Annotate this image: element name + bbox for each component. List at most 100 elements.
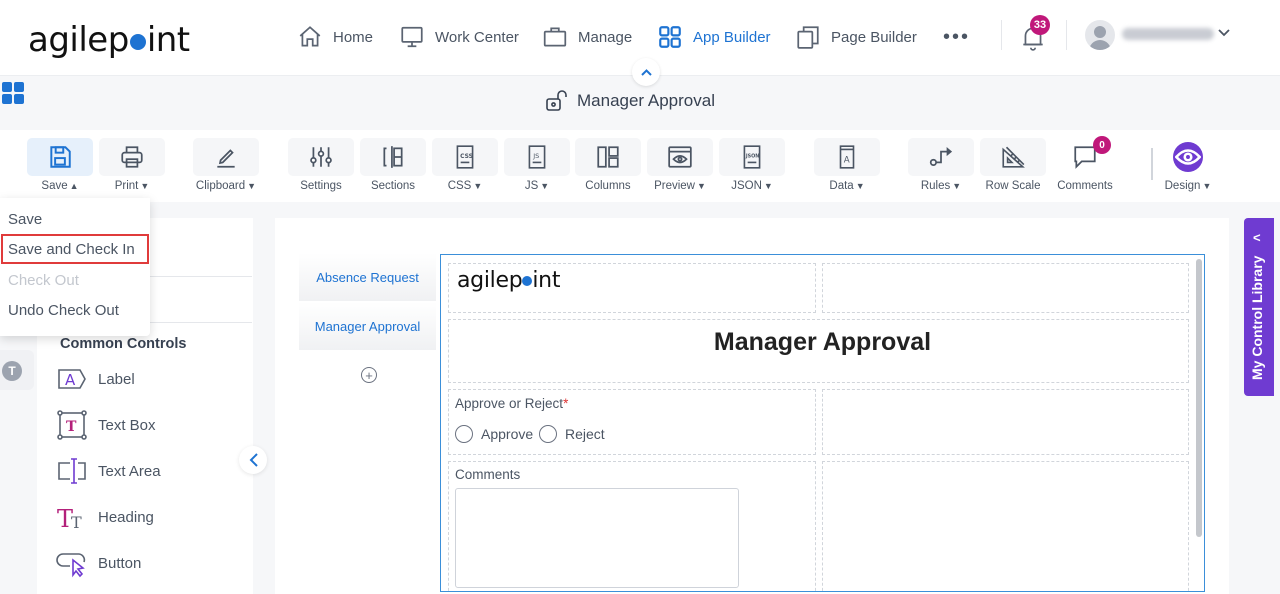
copy-pages-icon	[797, 26, 819, 49]
textarea-control-icon	[58, 458, 86, 484]
save-dropdown-menu: Save Save and Check In Check Out Undo Ch…	[0, 198, 150, 336]
rail-badge[interactable]: T	[2, 361, 22, 381]
monitor-icon	[401, 26, 423, 48]
highlight-box	[1, 234, 149, 264]
nav-manage-label: Manage	[578, 28, 633, 46]
heading-control-icon: TT	[57, 505, 82, 532]
collapse-header-button[interactable]	[632, 58, 660, 86]
agilepoint-logo[interactable]: agilep int	[28, 20, 190, 60]
radio-circle[interactable]	[455, 425, 473, 443]
add-page-icon[interactable]: +	[361, 367, 377, 383]
label-control-icon: A	[58, 369, 86, 389]
user-name-blurred[interactable]	[1122, 28, 1214, 40]
common-controls-heading: Common Controls	[60, 336, 187, 352]
form-cell-empty[interactable]	[822, 263, 1189, 313]
page-tab-manager-approval[interactable]: Manager Approval	[299, 302, 436, 350]
form-cell-empty[interactable]	[822, 389, 1189, 455]
comments-count-badge: 0	[1093, 136, 1111, 154]
json-button[interactable]: JSON JSON ▼	[719, 138, 785, 192]
nav-work-center-label: Work Center	[435, 28, 519, 46]
comments-label: Comments	[455, 467, 521, 482]
menu-item-save[interactable]: Save	[8, 211, 42, 228]
toolbar: Save ▲ Print ▼ Clipboard ▼ Settings Section…	[0, 130, 1280, 202]
svg-text:T: T	[71, 513, 82, 532]
data-button[interactable]: A Data ▼	[814, 138, 880, 192]
form-cell-logo[interactable]: agilep int	[448, 263, 816, 313]
toolbar-divider	[1151, 148, 1153, 180]
save-icon	[50, 146, 71, 168]
unlock-icon	[546, 90, 567, 111]
form-title-text: Manager Approval	[577, 91, 715, 110]
json-file-icon: JSON	[743, 145, 761, 169]
collapse-panel-button[interactable]	[239, 446, 267, 474]
nav-manage[interactable]: Manage	[542, 22, 632, 52]
grid-icon	[659, 26, 681, 48]
rules-button[interactable]: Rules ▼	[908, 138, 974, 192]
chevron-left-icon	[249, 453, 258, 467]
chevron-up-icon	[640, 68, 652, 76]
form-logo: agilep int	[457, 268, 561, 293]
radio-circle[interactable]	[539, 425, 557, 443]
svg-text:A: A	[65, 371, 76, 389]
control-heading[interactable]: TT Heading	[56, 502, 154, 532]
nav-page-builder-label: Page Builder	[831, 28, 917, 46]
save-button[interactable]: Save ▲	[27, 138, 93, 192]
comments-button[interactable]: 0 Comments	[1052, 136, 1118, 192]
form-title: Manager Approval	[545, 90, 715, 112]
svg-text:JSON: JSON	[745, 154, 760, 160]
sections-icon	[383, 146, 403, 168]
divider	[1001, 20, 1002, 50]
page-tab-absence-request[interactable]: Absence Request	[299, 253, 436, 301]
approve-or-reject-label: Approve or Reject*	[455, 396, 569, 411]
textbox-control-icon: T	[57, 410, 87, 440]
my-control-library-tab[interactable]: < My Control Library	[1244, 218, 1274, 396]
sections-button[interactable]: Sections	[360, 138, 426, 192]
preview-icon	[668, 146, 692, 168]
briefcase-icon	[543, 27, 567, 47]
comments-textarea[interactable]	[455, 488, 739, 588]
clipboard-button[interactable]: Clipboard ▼	[193, 138, 259, 192]
print-button[interactable]: Print ▼	[99, 138, 165, 192]
more-menu-icon[interactable]: •••	[943, 26, 970, 49]
chevron-down-icon[interactable]	[1218, 24, 1230, 40]
menu-item-undo-check-out[interactable]: Undo Check Out	[8, 302, 119, 319]
js-button[interactable]: JS JS ▼	[504, 138, 570, 192]
form-heading: Manager Approval	[713, 328, 932, 356]
control-text-box[interactable]: T Text Box	[56, 410, 156, 440]
control-label[interactable]: A Label	[56, 364, 135, 394]
nav-app-builder-label: App Builder	[693, 28, 771, 46]
logo-dot	[129, 34, 146, 50]
nav-home-label: Home	[333, 28, 374, 46]
form-cell-empty[interactable]	[822, 461, 1189, 591]
settings-button[interactable]: Settings	[288, 138, 354, 192]
form-scrollbar[interactable]	[1196, 259, 1202, 537]
nav-app-builder[interactable]: App Builder	[657, 22, 771, 52]
pencil-icon	[217, 149, 235, 168]
columns-button[interactable]: Columns	[575, 138, 641, 192]
sliders-icon	[310, 147, 332, 167]
svg-text:T: T	[66, 419, 77, 435]
ruler-icon	[1002, 146, 1025, 168]
radio-reject[interactable]: Reject	[539, 425, 605, 443]
css-file-icon: CSS	[456, 145, 474, 169]
radio-approve[interactable]: Approve	[455, 425, 533, 443]
design-button[interactable]: Design ▼	[1155, 138, 1221, 192]
notification-badge: 33	[1030, 15, 1050, 35]
my-control-library-label: My Control Library	[1249, 255, 1265, 380]
control-button[interactable]: Button	[56, 548, 141, 578]
home-icon	[299, 26, 321, 47]
svg-text:A: A	[844, 155, 850, 165]
user-avatar[interactable]	[1085, 20, 1115, 50]
control-text-area[interactable]: Text Area	[56, 456, 161, 486]
nav-work-center[interactable]: Work Center	[399, 22, 519, 52]
svg-text:CSS: CSS	[460, 153, 473, 160]
row-scale-button[interactable]: Row Scale	[980, 138, 1046, 192]
preview-button[interactable]: Preview ▼	[647, 138, 713, 192]
data-book-icon: A	[839, 145, 855, 169]
chevron-left-icon: <	[1253, 230, 1261, 245]
apps-grid-icon[interactable]	[2, 82, 24, 104]
js-file-icon: JS	[528, 145, 546, 169]
css-button[interactable]: CSS CSS ▼	[432, 138, 498, 192]
nav-page-builder[interactable]: Page Builder	[795, 22, 917, 52]
nav-home[interactable]: Home	[297, 22, 373, 52]
